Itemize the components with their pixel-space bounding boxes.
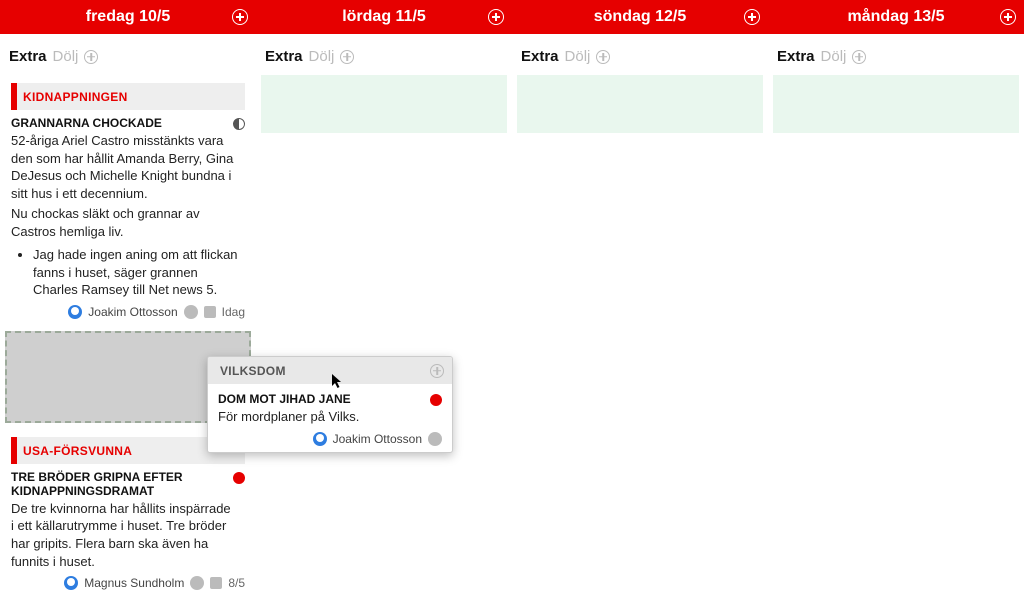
article-date: Idag	[222, 305, 245, 319]
status-red-icon	[430, 394, 442, 406]
add-icon[interactable]	[852, 50, 866, 64]
extra-section-header: Extra Dölj	[517, 34, 763, 75]
status-half-icon	[233, 118, 245, 130]
article-headline: DOM MOT JIHAD JANE	[218, 392, 424, 406]
hide-link[interactable]: Dölj	[821, 48, 847, 65]
article-body: De tre kvinnorna har hållits inspärrade …	[11, 500, 245, 570]
article-quote: Jag hade ingen aning om att flickan fann…	[33, 246, 245, 299]
globe-icon	[428, 432, 442, 446]
category-label: VILKSDOM	[220, 364, 286, 378]
category-label: USA-FÖRSVUNNA	[23, 444, 132, 458]
globe-icon	[184, 305, 198, 319]
day-header[interactable]: söndag 12/5	[512, 0, 768, 34]
day-column: Extra Dölj KIDNAPPNINGEN GRANNARNA CHOCK…	[0, 34, 256, 596]
article-paragraph: För mordplaner på Vilks.	[218, 408, 432, 426]
article-headline: GRANNARNA CHOCKADE	[11, 116, 227, 130]
article-paragraph: De tre kvinnorna har hållits inspärrade …	[11, 500, 235, 570]
day-header-row: fredag 10/5 lördag 11/5 söndag 12/5 månd…	[0, 0, 1024, 34]
category-label: KIDNAPPNINGEN	[23, 90, 128, 104]
category-bar: VILKSDOM	[208, 357, 452, 384]
hide-link[interactable]: Dölj	[309, 48, 335, 65]
day-label: fredag 10/5	[86, 8, 170, 26]
extra-label: Extra	[265, 48, 303, 65]
article-date: 8/5	[228, 576, 245, 590]
article-meta: Joakim Ottosson	[218, 432, 442, 446]
avatar-icon	[64, 576, 78, 590]
note-icon	[210, 577, 222, 589]
day-header[interactable]: fredag 10/5	[0, 0, 256, 34]
day-label: söndag 12/5	[594, 8, 686, 26]
author-name: Joakim Ottosson	[333, 432, 422, 446]
article-paragraph: Nu chockas släkt och grannar av Castros …	[11, 205, 235, 240]
author-name: Joakim Ottosson	[88, 305, 177, 319]
add-icon[interactable]	[340, 50, 354, 64]
extra-section-header: Extra Dölj	[773, 34, 1019, 75]
add-icon[interactable]	[1000, 9, 1016, 25]
add-icon[interactable]	[596, 50, 610, 64]
article-body: För mordplaner på Vilks.	[218, 408, 442, 426]
empty-slot[interactable]	[517, 75, 763, 133]
empty-slot[interactable]	[773, 75, 1019, 133]
hide-link[interactable]: Dölj	[53, 48, 79, 65]
avatar-icon	[68, 305, 82, 319]
extra-label: Extra	[9, 48, 47, 65]
day-header[interactable]: lördag 11/5	[256, 0, 512, 34]
status-red-icon	[233, 472, 245, 484]
dragging-article-card[interactable]: VILKSDOM DOM MOT JIHAD JANE För mordplan…	[207, 356, 453, 453]
day-label: måndag 13/5	[848, 8, 945, 26]
article-paragraph: 52-åriga Ariel Castro misstänkts vara de…	[11, 132, 235, 202]
article-meta: Joakim Ottosson Idag	[11, 305, 245, 319]
add-icon[interactable]	[232, 9, 248, 25]
empty-slot[interactable]	[261, 75, 507, 133]
hide-link[interactable]: Dölj	[565, 48, 591, 65]
category-bar: KIDNAPPNINGEN	[11, 83, 245, 110]
day-column: Extra Dölj	[256, 34, 512, 596]
extra-section-header: Extra Dölj	[261, 34, 507, 75]
add-icon[interactable]	[84, 50, 98, 64]
add-icon[interactable]	[744, 9, 760, 25]
day-header[interactable]: måndag 13/5	[768, 0, 1024, 34]
extra-label: Extra	[521, 48, 559, 65]
article-card[interactable]: USA-FÖRSVUNNA TRE BRÖDER GRIPNA EFTER KI…	[5, 429, 251, 596]
article-body: 52-åriga Ariel Castro misstänkts vara de…	[11, 132, 245, 240]
day-column: Extra Dölj	[512, 34, 768, 596]
globe-icon	[190, 576, 204, 590]
day-label: lördag 11/5	[342, 8, 426, 26]
extra-section-header: Extra Dölj	[5, 34, 251, 75]
avatar-icon	[313, 432, 327, 446]
columns: Extra Dölj KIDNAPPNINGEN GRANNARNA CHOCK…	[0, 34, 1024, 596]
author-name: Magnus Sundholm	[84, 576, 184, 590]
add-icon[interactable]	[488, 9, 504, 25]
day-column: Extra Dölj	[768, 34, 1024, 596]
expand-icon[interactable]	[430, 364, 444, 378]
note-icon	[204, 306, 216, 318]
article-quote-list: Jag hade ingen aning om att flickan fann…	[33, 246, 245, 299]
article-headline: TRE BRÖDER GRIPNA EFTER KIDNAPPNINGSDRAM…	[11, 470, 227, 498]
extra-label: Extra	[777, 48, 815, 65]
article-meta: Magnus Sundholm 8/5	[11, 576, 245, 590]
article-card[interactable]: KIDNAPPNINGEN GRANNARNA CHOCKADE 52-årig…	[5, 75, 251, 325]
